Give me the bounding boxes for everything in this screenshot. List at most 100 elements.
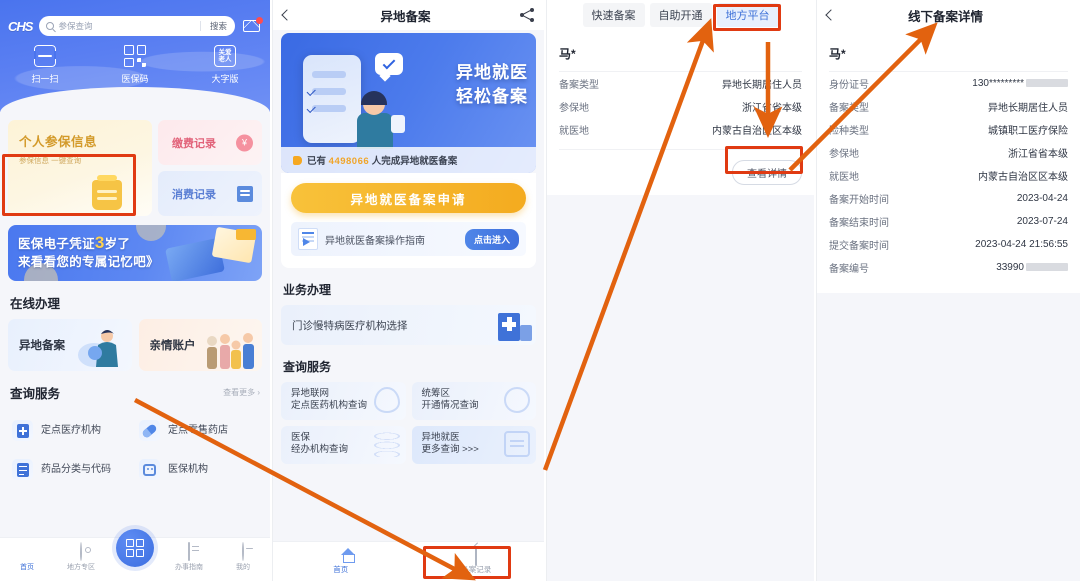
search-button[interactable]: 搜索	[205, 20, 232, 32]
qr-scan-fab-button[interactable]	[116, 529, 154, 567]
yidi-beian-tabbar: 首页 备案记录	[273, 541, 544, 581]
chs-logo: CHS	[8, 19, 33, 34]
apply-button[interactable]: 异地就医备案申请	[291, 183, 526, 213]
online-services-title: 在线办理	[10, 297, 61, 311]
book-icon	[12, 459, 33, 480]
query-item-drug-codes[interactable]: 药品分类与代码	[8, 450, 135, 489]
detail-name: 马*	[829, 45, 1068, 72]
offline-detail-body: 马* 身份证号 130********* 备案类型 异地长期居住人员 险种类型 …	[817, 35, 1080, 581]
promo-number: 3	[94, 233, 105, 252]
payment-record-card[interactable]: 缴费记录 ¥	[158, 120, 262, 165]
panel-offline-beian-detail: 线下备案详情 马* 身份证号 130********* 备案类型 异地长期居住人…	[816, 0, 1080, 581]
home-body: 个人参保信息 参保信息 一键查询 缴费记录 ¥ 消费记录 医保电子凭证3岁了 来…	[0, 112, 270, 581]
feature-scan[interactable]: 扫一扫	[0, 45, 90, 85]
query-item-hospital[interactable]: 定点医疗机构	[8, 411, 135, 450]
yidi-beian-label: 异地备案	[19, 340, 65, 352]
feature-large-font[interactable]: 关爱 老人 大字版	[180, 45, 270, 85]
query-card-pooling-area[interactable]: 统筹区 开通情况查询	[411, 382, 536, 420]
tab-local-platform[interactable]: 地方平台	[716, 3, 779, 27]
hospital-building-secondary-icon	[520, 325, 532, 341]
promo-banner[interactable]: 医保电子凭证3岁了 来看看您的专属记忆吧》	[8, 225, 262, 281]
query-card-network-institutions[interactable]: 异地联网 定点医药机构查询	[281, 382, 406, 420]
search-bar[interactable]: 参保查询 搜索	[39, 16, 235, 36]
elder-care-icon: 关爱 老人	[214, 45, 236, 67]
transfer-icon	[504, 431, 530, 457]
promo-line1b: 岁了	[104, 237, 131, 251]
detail-row-end-time-key: 备案结束时间	[829, 218, 889, 229]
family-account-label: 亲情账户	[149, 340, 196, 352]
screenshot-root: CHS 参保查询 搜索 扫一扫 医保码 关爱 老人 大字版 个人参保信息 参保信…	[0, 0, 1080, 581]
tab-local-zone[interactable]: 地方专区	[54, 542, 108, 572]
promo-tag-art	[236, 229, 256, 240]
mail-button[interactable]	[242, 17, 263, 35]
qr-code-icon	[124, 45, 146, 67]
share-icon[interactable]	[520, 8, 534, 22]
home-hero-header: CHS 参保查询 搜索 扫一扫 医保码 关爱 老人 大字版	[0, 0, 270, 113]
guide-label: 异地就医备案操作指南	[325, 235, 425, 247]
hospital-building-icon	[498, 313, 520, 341]
business-section-title: 业务办理	[283, 283, 332, 297]
detail-row-insured-place: 参保地 浙江省省本级	[829, 141, 1068, 164]
beian-records-body: 马* 备案类型 异地长期居住人员 参保地 浙江省省本级 就医地 内蒙古自治区区本…	[547, 36, 814, 581]
consumption-record-card[interactable]: 消费记录	[158, 171, 262, 216]
beian-records-tabs: 快速备案 自助开通 地方平台	[547, 0, 814, 30]
tab-self-service[interactable]: 自助开通	[649, 3, 712, 27]
guide-enter-button[interactable]: 点击进入	[464, 228, 519, 250]
detail-row-end-time-value: 2023-07-24	[1016, 216, 1068, 227]
promo-line1: 医保电子凭证	[18, 237, 95, 251]
detail-row-insurance-type-value: 城镇职工医疗保险	[988, 126, 1068, 137]
banner-title-line1: 异地就医	[456, 63, 528, 82]
online-services-header: 在线办理	[0, 281, 270, 319]
search-input[interactable]: 参保查询	[58, 20, 196, 32]
sidebar-item-family-account[interactable]: 亲情账户	[138, 319, 262, 371]
search-divider	[199, 21, 201, 31]
yidi-beian-banner: 异地就医 轻松备案 已有 4498066 人完成异地就医备案	[281, 33, 536, 173]
tab-home[interactable]: 首页	[0, 543, 54, 572]
offline-detail-card: 马* 身份证号 130********* 备案类型 异地长期居住人员 险种类型 …	[817, 35, 1080, 293]
query-card-agency[interactable]: 医保 经办机构查询	[281, 426, 406, 464]
banner-stat-bar: 已有 4498066 人完成异地就医备案	[281, 147, 536, 173]
tab-beian-records[interactable]: 备案记录	[409, 547, 545, 575]
home-topbar: CHS 参保查询 搜索	[0, 0, 270, 36]
consumption-record-label: 消费记录	[172, 188, 217, 201]
personal-insurance-card[interactable]: 个人参保信息 参保信息 一键查询	[8, 120, 153, 216]
feature-medical-code[interactable]: 医保码	[90, 45, 180, 85]
receipt-icon	[237, 185, 253, 202]
detail-row-insurance-type: 险种类型 城镇职工医疗保险	[829, 118, 1068, 141]
panel-beian-records: 快速备案 自助开通 地方平台 马* 备案类型 异地长期居住人员 参保地 浙江省省…	[546, 0, 814, 581]
query-item-pharmacy-label: 定点零售药店	[168, 425, 228, 436]
view-detail-button[interactable]: 查看详情	[732, 160, 802, 185]
tab-guide[interactable]: 办事指南	[162, 542, 216, 572]
record-icon	[475, 547, 478, 566]
tab-quick-beian[interactable]: 快速备案	[582, 3, 645, 27]
query-services-title: 查询服务	[10, 387, 61, 401]
query-item-insurance-org-label: 医保机构	[168, 464, 208, 475]
yidi-beian-body: 异地就医 轻松备案 已有 4498066 人完成异地就医备案 异地就医备案申请 …	[273, 30, 544, 581]
location-pin-icon	[80, 542, 82, 561]
person-illustration	[353, 91, 405, 149]
circle-pin-icon	[504, 387, 530, 413]
record-name: 马*	[559, 45, 802, 72]
personal-insurance-title: 个人参保信息	[19, 135, 98, 149]
mail-badge	[256, 17, 263, 24]
search-icon	[46, 22, 55, 30]
pill-icon	[139, 420, 160, 441]
query-services-header: 查询服务 查看更多 ›	[0, 371, 270, 409]
guide-row[interactable]: 异地就医备案操作指南 点击进入	[291, 222, 526, 256]
detail-row-treatment-place: 就医地 内蒙古自治区区本级	[829, 164, 1068, 187]
query-item-insurance-org[interactable]: 医保机构	[135, 450, 262, 489]
feature-medical-code-label: 医保码	[121, 74, 149, 84]
detail-row-beian-number-value: 33990	[996, 262, 1068, 273]
sidebar-item-yidi-beian[interactable]: 异地备案	[8, 319, 132, 371]
detail-row-id-number: 身份证号 130*********	[829, 72, 1068, 95]
online-services-row: 异地备案 亲情账户	[0, 319, 270, 371]
query-card-more[interactable]: 异地就医 更多查询 >>>	[411, 426, 536, 464]
business-item-chronic-disease[interactable]: 门诊慢特病医疗机构选择	[281, 305, 536, 345]
query-item-pharmacy[interactable]: 定点零售药店	[135, 411, 262, 450]
detail-row-submit-time: 提交备案时间 2023-04-24 21:56:55	[829, 233, 1068, 256]
detail-row-insured-place-value: 浙江省省本级	[1008, 149, 1068, 160]
profile-icon	[242, 542, 244, 561]
tab-home[interactable]: 首页	[273, 548, 409, 575]
query-services-more-link[interactable]: 查看更多 ›	[223, 387, 260, 398]
tab-mine[interactable]: 我的	[216, 542, 270, 572]
